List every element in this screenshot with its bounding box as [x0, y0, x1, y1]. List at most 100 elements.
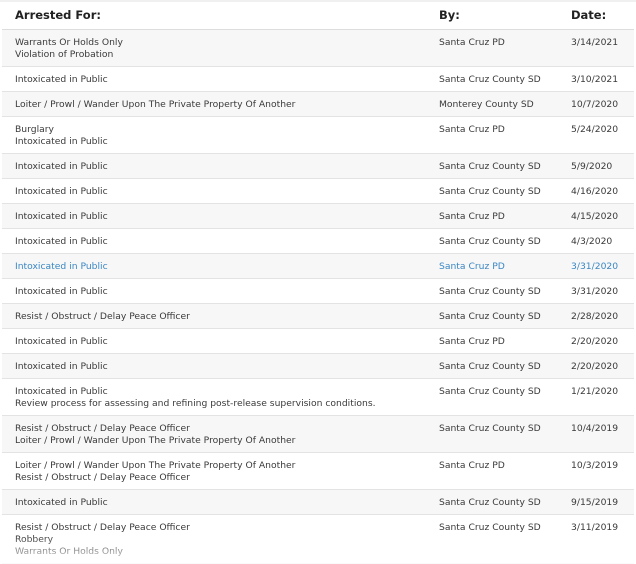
cell-arrested-for: Intoxicated in Public [2, 67, 427, 86]
charge-text: Intoxicated in Public [15, 285, 108, 297]
cell-arrested-for: Resist / Obstruct / Delay Peace Officer [2, 304, 427, 323]
cell-by: Santa Cruz County SD [439, 385, 541, 397]
table-row: Burglary Intoxicated in Public Santa Cruz … [2, 117, 634, 154]
table-row: Intoxicated in Public Review process for … [2, 379, 634, 416]
charge-text: Loiter / Prowl / Wander Upon The Private… [15, 434, 296, 446]
cell-arrested-for: Burglary Intoxicated in Public [2, 117, 427, 148]
header-arrested-for: Arrested For: [15, 8, 101, 22]
cell-date: 3/11/2019 [571, 521, 619, 533]
cell-by: Santa Cruz PD [439, 36, 505, 48]
charge-text: Violation of Probation [15, 48, 114, 60]
cell-by: Santa Cruz County SD [439, 496, 541, 508]
cell-by: Santa Cruz County SD [439, 521, 541, 533]
charge-text: Intoxicated in Public [15, 385, 108, 397]
cell-date: 10/4/2019 [571, 422, 619, 434]
cell-by: Santa Cruz PD [439, 335, 505, 347]
cell-arrested-for: Intoxicated in Public [2, 329, 427, 348]
table-row: Intoxicated in Public Santa Cruz PD 4/15/2… [2, 204, 634, 229]
cell-by: Santa Cruz County SD [439, 185, 541, 197]
cell-date: 3/10/2021 [571, 73, 619, 85]
table-row: Intoxicated in Public Santa Cruz County S… [2, 67, 634, 92]
cell-date: 3/31/2020 [571, 260, 619, 272]
charge-text: Intoxicated in Public [15, 160, 108, 172]
charge-text: Intoxicated in Public [15, 210, 108, 222]
cell-date: 10/7/2020 [571, 98, 619, 110]
cell-arrested-for: Loiter / Prowl / Wander Upon The Private… [2, 92, 427, 111]
charge-text: Intoxicated in Public [15, 73, 108, 85]
cell-by: Santa Cruz PD [439, 123, 505, 135]
arrest-history-panel: Arrested For: By: Date: Warrants Or Hold… [0, 0, 636, 564]
cell-date: 2/20/2020 [571, 360, 619, 372]
charge-text: Intoxicated in Public [15, 335, 108, 347]
table-row: Intoxicated in Public Santa Cruz PD 3/31/2… [2, 254, 634, 279]
cell-by: Santa Cruz County SD [439, 73, 541, 85]
charge-text: Intoxicated in Public [15, 135, 108, 147]
cell-by: Santa Cruz PD [439, 260, 505, 272]
cell-date: 5/9/2020 [571, 160, 613, 172]
table-row: Intoxicated in Public Santa Cruz PD 2/20/2… [2, 329, 634, 354]
charge-text: Resist / Obstruct / Delay Peace Officer [15, 521, 190, 533]
charge-text: Loiter / Prowl / Wander Upon The Private… [15, 459, 296, 471]
cell-by: Santa Cruz County SD [439, 160, 541, 172]
cell-arrested-for: Intoxicated in Public [2, 179, 427, 198]
charge-text: Warrants Or Holds Only [15, 545, 123, 557]
charge-text: Robbery [15, 533, 54, 545]
cell-date: 10/3/2019 [571, 459, 619, 471]
cell-date: 3/14/2021 [571, 36, 619, 48]
cell-arrested-for: Intoxicated in Public [2, 254, 427, 273]
cell-date: 4/15/2020 [571, 210, 619, 222]
cell-arrested-for: Intoxicated in Public [2, 154, 427, 173]
cell-arrested-for: Resist / Obstruct / Delay Peace Officer R… [2, 515, 427, 558]
table-row: Intoxicated in Public Santa Cruz County S… [2, 490, 634, 515]
top-edge-divider [0, 0, 636, 2]
cell-date: 2/28/2020 [571, 310, 619, 322]
cell-arrested-for: Intoxicated in Public [2, 229, 427, 248]
cell-date: 4/3/2020 [571, 235, 613, 247]
cell-arrested-for: Intoxicated in Public Review process for … [2, 379, 427, 410]
table-row: Resist / Obstruct / Delay Peace Officer S… [2, 304, 634, 329]
table-row: Warrants Or Holds Only Violation of Proba… [2, 30, 634, 67]
charge-text: Intoxicated in Public [15, 496, 108, 508]
charge-text: Intoxicated in Public [15, 235, 108, 247]
cell-date: 9/15/2019 [571, 496, 619, 508]
table-row: Intoxicated in Public Santa Cruz County S… [2, 154, 634, 179]
cell-by: Santa Cruz PD [439, 459, 505, 471]
table-row: Intoxicated in Public Santa Cruz County S… [2, 229, 634, 254]
charge-text: Burglary [15, 123, 54, 135]
charge-text: Resist / Obstruct / Delay Peace Officer [15, 310, 190, 322]
charge-text: Intoxicated in Public [15, 185, 108, 197]
charge-text: Intoxicated in Public [15, 260, 108, 272]
cell-by: Monterey County SD [439, 98, 534, 110]
cell-date: 5/24/2020 [571, 123, 619, 135]
cell-arrested-for: Resist / Obstruct / Delay Peace Officer L… [2, 416, 427, 447]
cell-arrested-for: Intoxicated in Public [2, 354, 427, 373]
charge-text: Loiter / Prowl / Wander Upon The Private… [15, 98, 296, 110]
cell-arrested-for: Warrants Or Holds Only Violation of Proba… [2, 30, 427, 61]
header-by: By: [439, 8, 460, 22]
cell-by: Santa Cruz County SD [439, 360, 541, 372]
table-body: Warrants Or Holds Only Violation of Proba… [2, 30, 634, 564]
table-row: Resist / Obstruct / Delay Peace Officer L… [2, 416, 634, 453]
cell-arrested-for: Intoxicated in Public [2, 490, 427, 509]
table-header: Arrested For: By: Date: [2, 1, 634, 30]
charge-text: Review process for assessing and refinin… [15, 397, 376, 409]
cell-date: 3/31/2020 [571, 285, 619, 297]
charge-text: Resist / Obstruct / Delay Peace Officer [15, 422, 190, 434]
charge-text: Intoxicated in Public [15, 360, 108, 372]
arrest-table: Arrested For: By: Date: Warrants Or Hold… [2, 0, 634, 564]
header-date: Date: [571, 8, 607, 22]
charge-text: Resist / Obstruct / Delay Peace Officer [15, 471, 190, 483]
cell-by: Santa Cruz County SD [439, 235, 541, 247]
table-row: Resist / Obstruct / Delay Peace Officer R… [2, 515, 634, 564]
table-row: Loiter / Prowl / Wander Upon The Private… [2, 92, 634, 117]
cell-by: Santa Cruz County SD [439, 310, 541, 322]
table-row: Intoxicated in Public Santa Cruz County S… [2, 279, 634, 304]
charge-text: Warrants Or Holds Only [15, 36, 123, 48]
cell-by: Santa Cruz County SD [439, 422, 541, 434]
cell-arrested-for: Intoxicated in Public [2, 204, 427, 223]
table-row: Intoxicated in Public Santa Cruz County S… [2, 179, 634, 204]
cell-by: Santa Cruz PD [439, 210, 505, 222]
table-row: Loiter / Prowl / Wander Upon The Private… [2, 453, 634, 490]
cell-arrested-for: Loiter / Prowl / Wander Upon The Private… [2, 453, 427, 484]
cell-arrested-for: Intoxicated in Public [2, 279, 427, 298]
